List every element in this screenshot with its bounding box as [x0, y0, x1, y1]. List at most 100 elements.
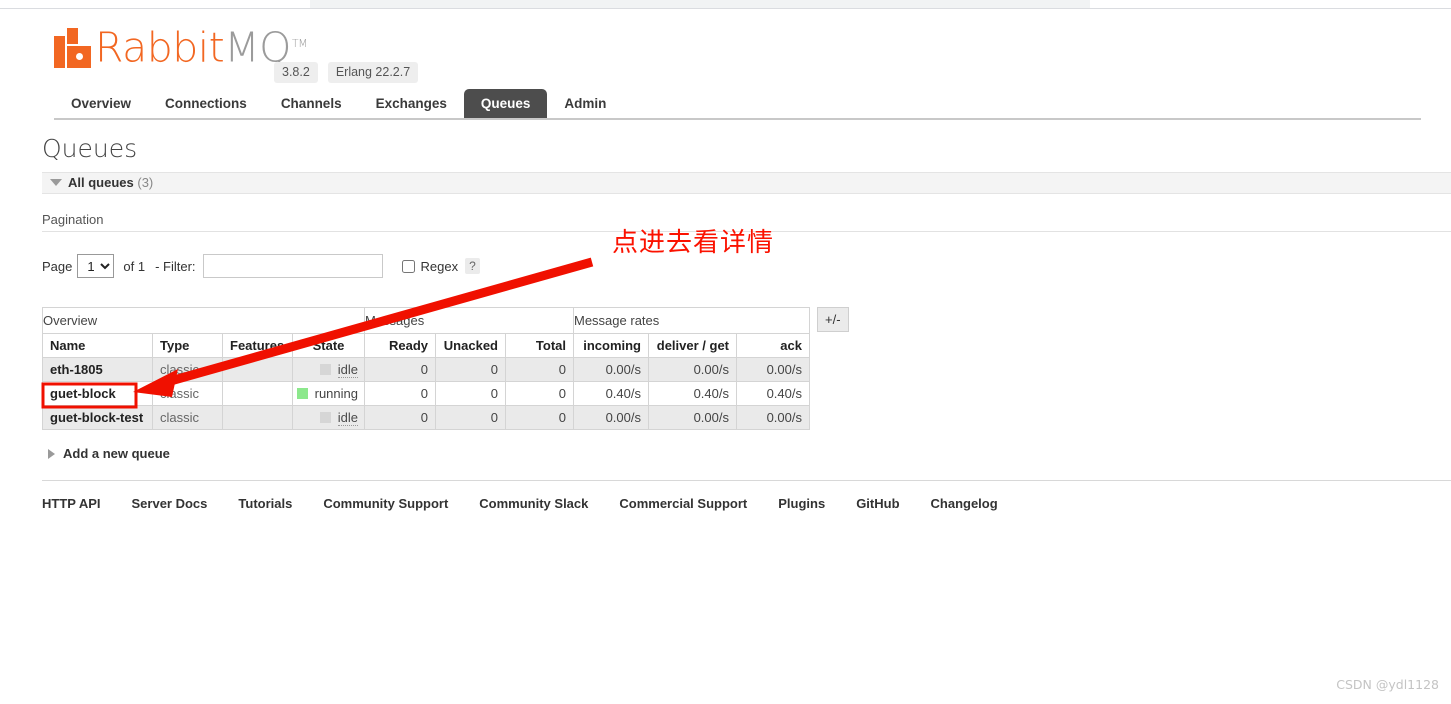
table-row[interactable]: eth-1805 classic idle 0 0 0 0.00/s 0.00/…	[42, 357, 810, 382]
queue-ack-cell: 0.40/s	[736, 381, 810, 406]
column-header-deliver-get[interactable]: deliver / get	[648, 333, 737, 358]
nav-tab-overview[interactable]: Overview	[54, 89, 148, 120]
queue-incoming-cell: 0.00/s	[573, 357, 649, 382]
column-header-ack[interactable]: ack	[736, 333, 810, 358]
footer-link-github[interactable]: GitHub	[856, 496, 899, 511]
regex-help-icon[interactable]: ?	[465, 258, 480, 274]
all-queues-section-header[interactable]: All queues (3)	[42, 172, 1451, 194]
filter-input[interactable]	[202, 254, 383, 278]
rabbitmq-logo-icon	[54, 27, 91, 68]
footer-link-plugins[interactable]: Plugins	[778, 496, 825, 511]
queue-state-label: idle	[337, 361, 358, 378]
triangle-down-icon[interactable]	[50, 179, 62, 187]
queue-ready-cell: 0	[364, 357, 436, 382]
csdn-watermark: CSDN @ydl1128	[1336, 677, 1439, 692]
triangle-right-icon[interactable]	[48, 449, 55, 460]
nav-tab-channels[interactable]: Channels	[264, 89, 359, 120]
queue-name-cell[interactable]: guet-block-test	[42, 405, 153, 430]
rabbitmq-version-badge: 3.8.2	[274, 62, 318, 83]
nav-tab-connections[interactable]: Connections	[148, 89, 264, 120]
page-title: Queues	[42, 134, 138, 163]
group-header-message-rates: Message rates	[573, 307, 810, 334]
filter-label: - Filter:	[155, 258, 196, 274]
queue-type-cell: classic	[152, 405, 223, 430]
page-select[interactable]: 1	[77, 254, 115, 278]
queue-features-cell	[222, 357, 293, 382]
queue-features-cell	[222, 381, 293, 406]
browser-chrome-strip	[0, 0, 1451, 9]
queue-name-cell[interactable]: guet-block	[42, 381, 153, 406]
column-header-type[interactable]: Type	[152, 333, 223, 358]
queue-incoming-cell: 0.00/s	[573, 405, 649, 430]
add-new-queue-expander[interactable]: Add a new queue	[42, 446, 1409, 461]
page-header: RabbitMQTM 3.8.2 Erlang 22.2.7	[42, 10, 1409, 88]
queue-unacked-cell: 0	[435, 357, 506, 382]
add-new-queue-label: Add a new queue	[63, 446, 170, 461]
column-header-features[interactable]: Features	[222, 333, 293, 358]
page-label: Page	[42, 258, 73, 274]
regex-control: Regex ?	[401, 258, 480, 274]
columns-toggle-button[interactable]: +/-	[817, 307, 849, 332]
all-queues-label: All queues	[68, 175, 134, 190]
table-group-header-row: Overview Messages Message rates	[42, 307, 810, 334]
state-indicator-icon	[296, 388, 308, 399]
brand-name-part1: Rabbit	[95, 23, 225, 72]
nav-tab-queues[interactable]: Queues	[463, 89, 548, 120]
queues-table-wrap: Overview Messages Message rates Name Typ…	[42, 307, 1409, 430]
queue-deliver-get-cell: 0.00/s	[648, 357, 737, 382]
queue-ready-cell: 0	[364, 381, 436, 406]
browser-tabbar-divider	[0, 8, 1451, 9]
queue-type-cell: classic	[152, 381, 223, 406]
footer-links: HTTP API Server Docs Tutorials Community…	[42, 496, 1409, 511]
nav-tab-admin[interactable]: Admin	[547, 89, 623, 120]
queue-deliver-get-cell: 0.00/s	[648, 405, 737, 430]
queue-name-cell[interactable]: eth-1805	[42, 357, 153, 382]
footer-link-commercial-support[interactable]: Commercial Support	[619, 496, 747, 511]
rabbitmq-logo[interactable]: RabbitMQTM	[54, 24, 308, 68]
queue-state-label: idle	[337, 409, 358, 426]
group-header-overview: Overview	[42, 307, 365, 334]
table-row[interactable]: guet-block classic running 0 0 0 0.40/s …	[42, 381, 810, 406]
queue-deliver-get-cell: 0.40/s	[648, 381, 737, 406]
queue-total-cell: 0	[505, 405, 574, 430]
queue-ack-cell: 0.00/s	[736, 405, 810, 430]
column-header-ready[interactable]: Ready	[364, 333, 436, 358]
state-indicator-icon	[319, 412, 331, 423]
annotation-callout-text: 点进去看详情	[612, 228, 775, 258]
nav-tab-exchanges[interactable]: Exchanges	[359, 89, 464, 120]
table-column-header-row: Name Type Features State Ready Unacked T…	[42, 333, 810, 358]
column-header-name[interactable]: Name	[42, 333, 153, 358]
footer-link-community-slack[interactable]: Community Slack	[479, 496, 588, 511]
brand-trademark: TM	[291, 37, 308, 50]
footer-link-community-support[interactable]: Community Support	[323, 496, 448, 511]
queue-total-cell: 0	[505, 381, 574, 406]
queue-incoming-cell: 0.40/s	[573, 381, 649, 406]
rabbitmq-management-page: RabbitMQTM 3.8.2 Erlang 22.2.7 Overview …	[0, 10, 1451, 511]
footer-link-tutorials[interactable]: Tutorials	[238, 496, 292, 511]
column-header-incoming[interactable]: incoming	[573, 333, 649, 358]
queue-unacked-cell: 0	[435, 405, 506, 430]
queue-type-cell: classic	[152, 357, 223, 382]
regex-label: Regex	[420, 258, 459, 274]
queue-total-cell: 0	[505, 357, 574, 382]
footer-link-changelog[interactable]: Changelog	[931, 496, 998, 511]
queue-ready-cell: 0	[364, 405, 436, 430]
queue-state-cell: idle	[292, 405, 365, 430]
browser-tab[interactable]	[310, 0, 1090, 8]
queue-unacked-cell: 0	[435, 381, 506, 406]
queue-state-label: running	[314, 386, 358, 401]
page-total-label: of 1	[123, 258, 146, 274]
nav-divider	[54, 118, 1421, 120]
state-indicator-icon	[319, 364, 331, 375]
column-header-total[interactable]: Total	[505, 333, 574, 358]
footer-link-server-docs[interactable]: Server Docs	[132, 496, 208, 511]
main-content: Queues All queues (3) Pagination Page 1 …	[42, 120, 1451, 511]
footer-divider	[42, 480, 1451, 481]
queue-ack-cell: 0.00/s	[736, 357, 810, 382]
column-header-unacked[interactable]: Unacked	[435, 333, 506, 358]
regex-checkbox[interactable]	[401, 259, 415, 273]
all-queues-count: (3)	[137, 175, 154, 190]
table-row[interactable]: guet-block-test classic idle 0 0 0 0.00/…	[42, 405, 810, 430]
footer-link-http-api[interactable]: HTTP API	[42, 496, 101, 511]
column-header-state[interactable]: State	[292, 333, 365, 358]
